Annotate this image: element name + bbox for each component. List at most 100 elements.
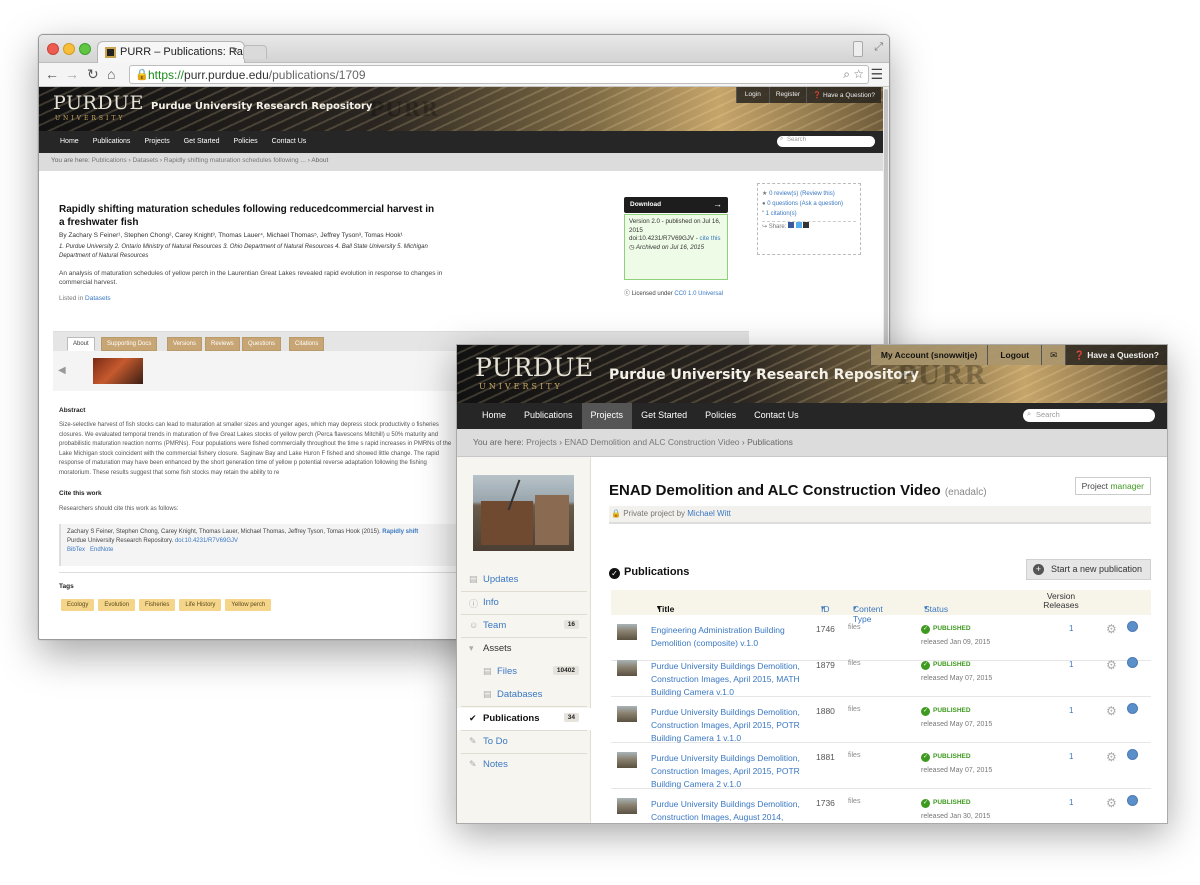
gear-icon[interactable]: ⚙ [1106, 622, 1117, 636]
globe-icon[interactable] [1127, 795, 1138, 806]
nav-contact[interactable]: Contact Us [265, 131, 314, 153]
tab-citations[interactable]: Citations [289, 337, 325, 351]
tag-ecology[interactable]: Ecology [61, 599, 95, 611]
close-window-icon[interactable] [47, 43, 59, 55]
nav-projects[interactable]: Projects [137, 131, 176, 153]
crumb-record[interactable]: Rapidly shifting maturation schedules fo… [164, 157, 306, 164]
register-link[interactable]: Register [768, 87, 807, 103]
sidebar-item-todo[interactable]: ✎ To Do [457, 731, 591, 753]
crumb-projects[interactable]: Projects [526, 437, 557, 447]
sidebar-item-databases[interactable]: ▤ Databases [457, 684, 591, 706]
tab-supporting-docs[interactable]: Supporting Docs [101, 337, 158, 351]
purdue-logo[interactable]: PURDUE [53, 92, 144, 114]
endnote-link[interactable]: EndNote [90, 547, 113, 553]
search-input[interactable]: ⌕ Search [777, 136, 875, 147]
publication-thumbnail[interactable] [617, 798, 637, 814]
gear-icon[interactable]: ⚙ [1106, 750, 1117, 764]
version-count-link[interactable]: 1 [1069, 798, 1073, 807]
gear-icon[interactable]: ⚙ [1106, 796, 1117, 810]
logout-link[interactable]: Logout [987, 345, 1042, 365]
version-count-link[interactable]: 1 [1069, 752, 1073, 761]
tab-about[interactable]: About [67, 337, 95, 351]
reload-icon[interactable]: ↻ [87, 66, 99, 83]
browser-tab[interactable]: PURR – Publications: Rapid × [97, 41, 245, 63]
table-row[interactable]: Purdue University Buildings Demolition, … [611, 743, 1151, 789]
cite-this-link[interactable]: cite this [700, 235, 721, 242]
publication-thumbnail[interactable] [617, 660, 637, 676]
version-count-link[interactable]: 1 [1069, 706, 1073, 715]
citation-doi-link[interactable]: doi:10.4231/R7V69GJV [175, 538, 238, 544]
chevron-left-icon[interactable]: ◀ [58, 365, 66, 376]
address-bar[interactable]: 🔒 https://purr.purdue.edu/publications/1… [129, 65, 869, 84]
home-icon[interactable]: ⌂ [107, 66, 115, 82]
publication-title-link[interactable]: Purdue University Buildings Demolition, … [651, 660, 803, 699]
project-owner-link[interactable]: Michael Witt [687, 509, 731, 518]
bibtex-link[interactable]: BibTex [67, 547, 85, 553]
publication-title-link[interactable]: Engineering Administration Building Demo… [651, 624, 803, 650]
sidebar-item-files[interactable]: ▤ Files 10402 [457, 661, 591, 683]
envelope-icon[interactable]: ✉ [1041, 345, 1066, 365]
sidebar-item-publications[interactable]: ✔ Publications 34 [457, 708, 591, 730]
nav-publications[interactable]: Publications [515, 403, 582, 429]
crumb-datasets[interactable]: Datasets [132, 157, 158, 164]
table-row[interactable]: Purdue University Buildings Demolition, … [611, 651, 1151, 697]
listed-in-link[interactable]: Datasets [85, 295, 111, 302]
maximize-window-icon[interactable] [79, 43, 91, 55]
forward-arrow-icon[interactable]: → [65, 66, 79, 82]
facebook-icon[interactable] [788, 222, 795, 228]
table-row[interactable]: Purdue University Buildings Demolition, … [611, 789, 1151, 823]
tag-life-history[interactable]: Life History [179, 599, 222, 611]
minimize-window-icon[interactable] [63, 43, 75, 55]
have-question-link[interactable]: ❓ Have a Question? [806, 87, 881, 103]
tag-evolution[interactable]: Evolution [98, 599, 136, 611]
search-input[interactable]: ⌕ Search [1023, 409, 1155, 422]
publication-thumbnail[interactable] [617, 706, 637, 722]
purdue-logo[interactable]: PURDUE [475, 353, 594, 382]
nav-projects[interactable]: Projects [581, 403, 633, 429]
sidebar-item-assets[interactable]: ▾ Assets [457, 638, 591, 660]
nav-home[interactable]: Home [53, 131, 86, 153]
tag-fisheries[interactable]: Fisheries [139, 599, 176, 611]
nav-home[interactable]: Home [473, 403, 515, 429]
tab-close-icon[interactable]: × [232, 45, 238, 57]
globe-icon[interactable] [1127, 749, 1138, 760]
publication-thumbnail[interactable] [617, 752, 637, 768]
nav-policies[interactable]: Policies [227, 131, 265, 153]
reviews-link[interactable]: 0 review(s) (Review this) [769, 191, 835, 197]
nav-contact[interactable]: Contact Us [745, 403, 808, 429]
table-row[interactable]: Purdue University Buildings Demolition, … [611, 697, 1151, 743]
dataset-thumbnail[interactable] [93, 358, 143, 384]
nav-get-started[interactable]: Get Started [632, 403, 696, 429]
tab-questions[interactable]: Questions [242, 337, 282, 351]
globe-icon[interactable] [1127, 657, 1138, 668]
new-tab-button[interactable] [243, 45, 267, 59]
crumb-publications[interactable]: Publications [92, 157, 127, 164]
gear-icon[interactable]: ⚙ [1106, 704, 1117, 718]
download-button[interactable]: Download → [624, 197, 728, 213]
globe-icon[interactable] [1127, 703, 1138, 714]
publication-thumbnail[interactable] [617, 624, 637, 640]
nav-policies[interactable]: Policies [696, 403, 745, 429]
project-thumbnail[interactable] [473, 475, 574, 551]
sidebar-item-updates[interactable]: ▤ Updates [457, 569, 591, 591]
have-question-link[interactable]: ❓ Have a Question? [1065, 345, 1167, 365]
twitter-icon[interactable] [795, 222, 802, 228]
citations-link[interactable]: 1 citation(s) [766, 211, 797, 217]
fullscreen-icon[interactable]: ⤢ [874, 41, 883, 54]
questions-link[interactable]: 0 questions (Ask a question) [767, 201, 843, 207]
tag-yellow-perch[interactable]: Yellow perch [225, 599, 272, 611]
sidebar-item-info[interactable]: ⓘ Info [457, 592, 591, 614]
my-account-link[interactable]: My Account (snowwitje) [869, 345, 988, 365]
more-share-icon[interactable] [803, 222, 810, 228]
back-arrow-icon[interactable]: ← [45, 66, 59, 82]
nav-publications[interactable]: Publications [86, 131, 138, 153]
version-count-link[interactable]: 1 [1069, 624, 1073, 633]
publication-title-link[interactable]: Purdue University Buildings Demolition, … [651, 752, 803, 791]
gear-icon[interactable]: ⚙ [1106, 658, 1117, 672]
tab-versions[interactable]: Versions [167, 337, 203, 351]
start-new-publication-button[interactable]: + Start a new publication [1025, 559, 1151, 580]
tab-reviews[interactable]: Reviews [205, 337, 240, 351]
menu-icon[interactable]: ☰ [870, 66, 883, 83]
version-count-link[interactable]: 1 [1069, 660, 1073, 669]
nav-get-started[interactable]: Get Started [177, 131, 227, 153]
